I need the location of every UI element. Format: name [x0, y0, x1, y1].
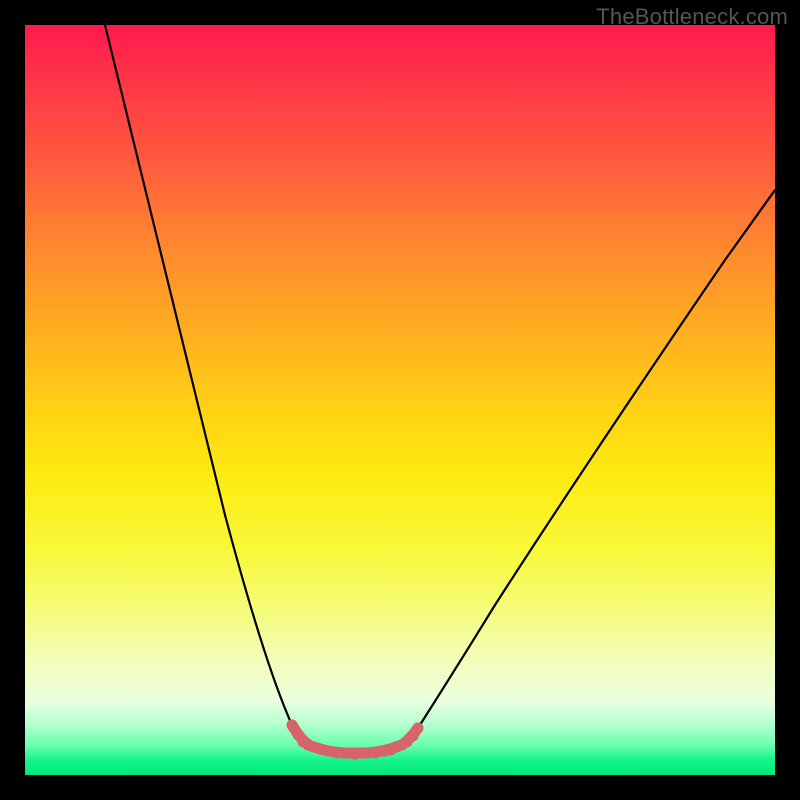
plot-area — [25, 25, 775, 775]
chart-frame: TheBottleneck.com — [0, 0, 800, 800]
red-overlay-dots — [287, 720, 424, 760]
v-curve-left — [105, 25, 314, 747]
curve-svg — [25, 25, 775, 775]
v-curve-right — [396, 190, 775, 747]
